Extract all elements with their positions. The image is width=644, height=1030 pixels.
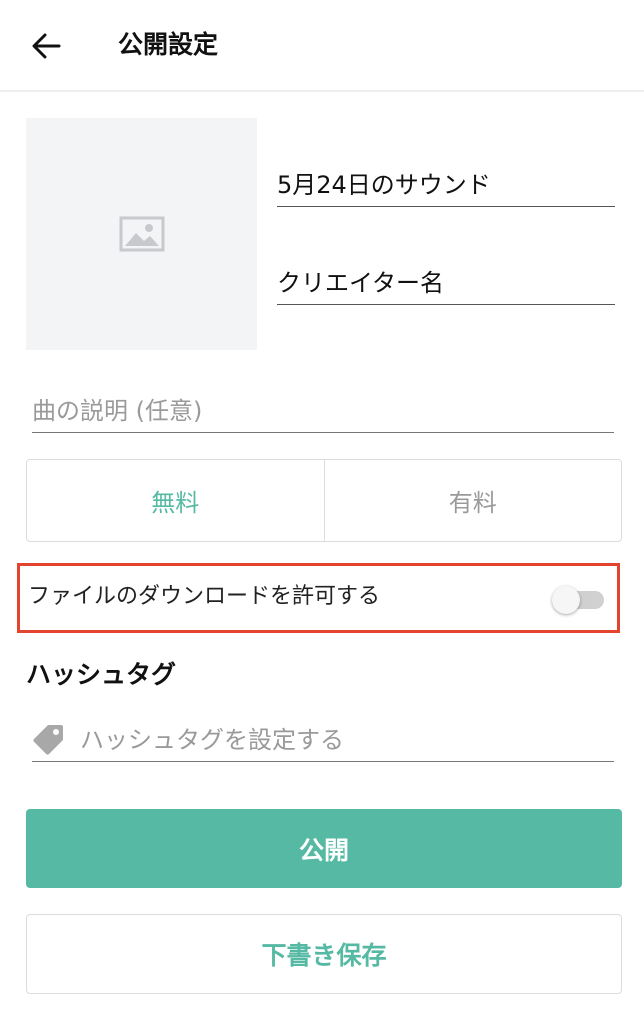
image-placeholder-icon [119,216,164,252]
description-field[interactable]: 曲の説明 (任意) [32,394,614,433]
artwork-upload[interactable] [26,118,257,350]
price-option-free[interactable]: 無料 [27,460,325,541]
hashtag-placeholder: ハッシュタグを設定する [80,726,344,754]
download-permission-label: ファイルのダウンロードを許可する [28,584,381,609]
price-option-paid[interactable]: 有料 [325,460,622,541]
switch-knob [552,586,580,614]
download-permission-row: ファイルのダウンロードを許可する [17,563,620,633]
tag-icon [33,725,63,755]
creator-name-field[interactable]: クリエイター名 [277,266,615,305]
publish-button[interactable]: 公開 [26,809,622,888]
page-title: 公開設定 [118,30,219,59]
save-draft-button[interactable]: 下書き保存 [26,914,622,994]
sound-title-field[interactable]: 5月24日のサウンド [277,168,615,207]
hashtag-heading: ハッシュタグ [26,660,177,689]
download-toggle-switch[interactable] [552,586,604,614]
arrow-left-icon [32,33,61,59]
back-button[interactable] [22,24,70,68]
price-toggle: 無料 有料 [26,459,622,542]
app-header: 公開設定 [0,0,644,92]
hashtag-input[interactable]: ハッシュタグを設定する [32,720,614,762]
